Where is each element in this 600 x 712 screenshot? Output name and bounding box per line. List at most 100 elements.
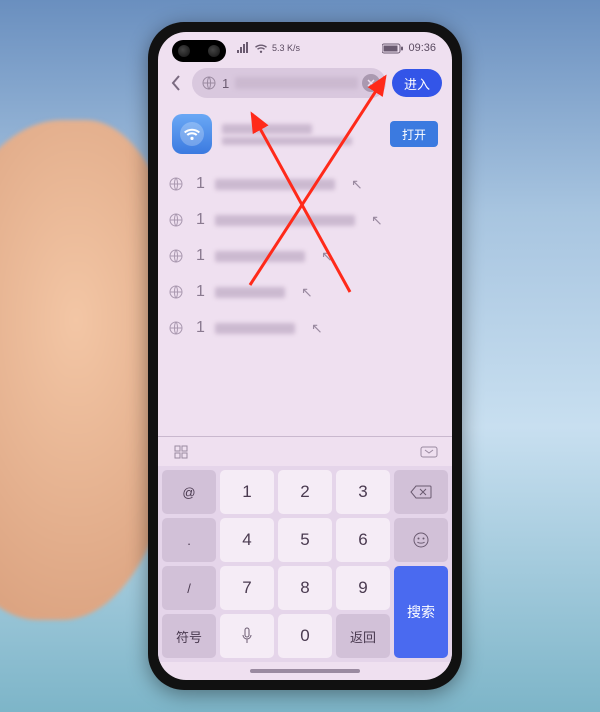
key-symbols[interactable]: 符号 — [162, 614, 216, 658]
key-label: 2 — [300, 482, 309, 502]
key-backspace[interactable] — [394, 470, 448, 514]
keyboard-collapse-button[interactable] — [420, 443, 438, 461]
grid-icon — [174, 445, 188, 459]
suggestion-prefix: 1 — [196, 211, 205, 229]
fill-arrow-icon[interactable]: ↖ — [295, 284, 319, 301]
suggestion-item[interactable]: 1 ↖ — [166, 166, 444, 202]
key-label: 8 — [300, 578, 309, 598]
globe-icon — [166, 249, 186, 263]
key-label: 4 — [242, 530, 251, 550]
suggestion-item[interactable]: 1 ↖ — [166, 238, 444, 274]
keyboard-grid-button[interactable] — [172, 443, 190, 461]
suggestion-prefix: 1 — [196, 283, 205, 301]
signal-icon — [236, 42, 250, 54]
wifi-app-icon — [179, 121, 205, 147]
suggestion-text-blurred — [215, 287, 285, 298]
suggestion-item[interactable]: 1 ↖ — [166, 274, 444, 310]
microphone-icon — [241, 627, 253, 645]
suggestion-prefix: 1 — [196, 175, 205, 193]
clock-text: 09:36 — [408, 42, 436, 54]
key-label: 符号 — [176, 627, 202, 646]
key-emoji[interactable] — [394, 518, 448, 562]
suggestion-prefix: 1 — [196, 247, 205, 265]
key-return[interactable]: 返回 — [336, 614, 390, 658]
globe-icon — [166, 213, 186, 227]
chevron-down-icon — [420, 446, 438, 458]
address-text-blurred — [235, 77, 358, 89]
fill-arrow-icon[interactable]: ↖ — [315, 248, 339, 265]
battery-icon — [382, 43, 404, 54]
backspace-icon — [410, 485, 432, 499]
fill-arrow-icon[interactable]: ↖ — [365, 212, 389, 229]
key-label: 返回 — [350, 627, 376, 646]
key-7[interactable]: 7 — [220, 566, 274, 610]
globe-icon — [166, 285, 186, 299]
suggestion-item[interactable]: 1 ↖ — [166, 310, 444, 346]
app-subtitle-blurred — [222, 137, 352, 145]
key-8[interactable]: 8 — [278, 566, 332, 610]
key-slash[interactable]: / — [162, 566, 216, 610]
key-label: 0 — [300, 626, 309, 646]
key-label: 6 — [358, 530, 367, 550]
suggestion-prefix: 1 — [196, 319, 205, 337]
suggestion-text-blurred — [215, 323, 295, 334]
key-4[interactable]: 4 — [220, 518, 274, 562]
suggestion-list: 1 ↖ 1 ↖ 1 ↖ 1 ↖ — [158, 162, 452, 436]
address-input[interactable]: 1 — [192, 68, 386, 98]
globe-icon — [166, 321, 186, 335]
key-5[interactable]: 5 — [278, 518, 332, 562]
key-label: 搜索 — [407, 602, 435, 622]
keyboard-toolbar — [158, 436, 452, 466]
network-speed: 5.3 K/s — [272, 43, 300, 53]
key-label: . — [187, 533, 191, 548]
app-info — [222, 121, 380, 148]
gesture-bar[interactable] — [158, 662, 452, 680]
status-right: 09:36 — [382, 42, 436, 54]
key-1[interactable]: 1 — [220, 470, 274, 514]
open-app-button[interactable]: 打开 — [390, 121, 438, 147]
key-search[interactable]: 搜索 — [394, 566, 448, 658]
phone-frame: 5.3 K/s 09:36 1 进入 — [148, 22, 462, 690]
key-label: 7 — [242, 578, 251, 598]
camera-cutout — [172, 40, 226, 62]
chevron-left-icon — [171, 75, 181, 91]
key-label: 3 — [358, 482, 367, 502]
address-text-prefix: 1 — [222, 76, 229, 91]
fill-arrow-icon[interactable]: ↖ — [305, 320, 329, 337]
screen: 5.3 K/s 09:36 1 进入 — [158, 32, 452, 680]
clear-input-button[interactable] — [362, 74, 380, 92]
suggestion-text-blurred — [215, 251, 305, 262]
key-label: 1 — [242, 482, 251, 502]
globe-icon — [166, 177, 186, 191]
enter-button[interactable]: 进入 — [392, 69, 442, 97]
key-9[interactable]: 9 — [336, 566, 390, 610]
key-label: 5 — [300, 530, 309, 550]
key-voice[interactable] — [220, 614, 274, 658]
key-label: 9 — [358, 578, 367, 598]
wifi-icon — [254, 42, 268, 54]
key-3[interactable]: 3 — [336, 470, 390, 514]
suggestion-text-blurred — [215, 179, 335, 190]
app-icon — [172, 114, 212, 154]
key-label: @ — [182, 485, 195, 500]
key-2[interactable]: 2 — [278, 470, 332, 514]
key-at[interactable]: @ — [162, 470, 216, 514]
status-left: 5.3 K/s — [236, 42, 300, 54]
back-button[interactable] — [166, 68, 186, 98]
address-bar-row: 1 进入 — [158, 64, 452, 106]
open-app-label: 打开 — [402, 126, 426, 143]
close-icon — [367, 79, 375, 87]
fill-arrow-icon[interactable]: ↖ — [345, 176, 369, 193]
suggestion-item[interactable]: 1 ↖ — [166, 202, 444, 238]
key-0[interactable]: 0 — [278, 614, 332, 658]
enter-button-label: 进入 — [404, 74, 430, 93]
globe-icon — [202, 76, 216, 90]
numeric-keyboard: @ 1 2 3 . 4 5 6 / 7 8 9 — [158, 466, 452, 662]
app-suggestion-row[interactable]: 打开 — [158, 106, 452, 162]
emoji-icon — [412, 531, 430, 549]
key-label: / — [187, 581, 191, 596]
key-dot[interactable]: . — [162, 518, 216, 562]
app-title-blurred — [222, 124, 312, 134]
suggestion-text-blurred — [215, 215, 355, 226]
key-6[interactable]: 6 — [336, 518, 390, 562]
